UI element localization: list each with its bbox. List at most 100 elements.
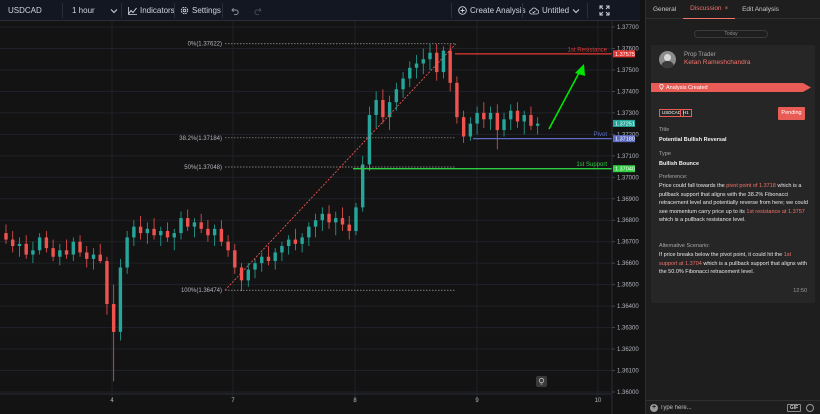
fullscreen-button[interactable] <box>599 0 610 21</box>
candle <box>340 207 345 231</box>
candle-body <box>31 250 35 255</box>
author-role: Prop Trader <box>684 52 716 58</box>
time-tick-label: 7 <box>231 398 235 404</box>
indicators-button[interactable]: Indicators <box>128 0 175 21</box>
message-time: 12:50 <box>793 288 807 294</box>
candle <box>320 207 325 231</box>
candle <box>145 222 150 244</box>
projection-arrow-line <box>548 70 581 130</box>
candle-body <box>64 250 69 255</box>
chevron-down-icon <box>572 7 580 15</box>
candle-body <box>206 228 210 236</box>
candle-body <box>105 261 109 304</box>
lightbulb-icon <box>536 376 547 387</box>
redo-button[interactable] <box>254 0 263 21</box>
candle-body <box>44 237 49 249</box>
price-chart[interactable]: 0%(1.37622) 38.2%(1.37184) 50%(1.37048) 100… <box>0 21 640 414</box>
price-tick-label: 1.37700 <box>617 25 639 31</box>
candle-body <box>495 112 499 131</box>
candle <box>414 54 419 79</box>
candle <box>199 213 203 234</box>
layout-selector[interactable]: Untitled <box>529 0 580 21</box>
candle <box>300 233 304 253</box>
candle-body <box>246 269 250 281</box>
candle-body <box>260 256 264 264</box>
chart-toolbar: USDCAD 1 hour Indicators Settings Create… <box>0 0 640 21</box>
interval-selector[interactable]: 1 hour <box>72 0 95 21</box>
candle-body <box>4 233 8 240</box>
candle <box>51 239 55 262</box>
level-label: Pivot <box>594 132 608 138</box>
candle-body <box>448 50 452 83</box>
candle <box>286 235 291 255</box>
timeframe-badge: H1 <box>680 109 692 117</box>
chart-grid <box>0 21 612 403</box>
price-tick-label: 1.36300 <box>617 326 639 332</box>
preference-text: Price could fall towards the pivot point… <box>659 183 808 224</box>
candle <box>98 243 102 264</box>
symbol-selector[interactable]: USDCAD <box>8 0 42 21</box>
pending-button[interactable]: Pending <box>778 107 805 120</box>
author-name[interactable]: Ketan Rameshchandra <box>684 59 751 66</box>
candle <box>179 211 183 240</box>
create-analysis-button[interactable]: Create Analysis <box>458 0 526 21</box>
candle-body <box>374 100 378 116</box>
candle-body <box>354 207 358 231</box>
chevron-down-icon <box>110 7 118 15</box>
candle-body <box>307 226 311 238</box>
time-axis: 4 7 8 9 10 <box>0 393 612 404</box>
toolbar-divider <box>522 3 523 18</box>
fib-level-label: 100%(1.36474) <box>181 288 222 294</box>
candle-body <box>468 123 473 137</box>
candle <box>468 117 473 141</box>
candle-body <box>394 89 399 103</box>
candle <box>58 243 62 266</box>
tab-edit-analysis[interactable]: Edit Analysis <box>735 0 786 19</box>
candle <box>367 106 372 171</box>
candle <box>172 228 176 251</box>
candle-body <box>300 237 304 244</box>
add-attachment-icon[interactable]: + <box>650 404 658 412</box>
candle <box>488 106 493 131</box>
type-label: Type <box>659 151 671 157</box>
candle-body <box>461 117 466 137</box>
candle <box>347 215 351 240</box>
candle <box>334 211 338 236</box>
candle <box>118 258 123 341</box>
candle-body <box>482 112 486 120</box>
tab-discussion-label: Discussion <box>690 5 722 12</box>
candle-body <box>179 218 183 234</box>
undo-button[interactable] <box>230 0 239 21</box>
indicators-icon <box>128 6 137 15</box>
settings-button[interactable]: Settings <box>180 0 221 21</box>
toolbar-divider <box>451 3 452 18</box>
price-tick-label: 1.37500 <box>617 68 639 74</box>
candle <box>313 213 318 238</box>
avatar[interactable] <box>659 51 676 68</box>
message-input[interactable] <box>660 403 780 413</box>
tab-discussion[interactable]: Discussion × <box>683 0 736 19</box>
toolbar-divider <box>587 3 588 18</box>
toolbar-divider <box>222 3 223 18</box>
tab-general[interactable]: General <box>646 0 683 19</box>
interval-dropdown-button[interactable] <box>110 0 118 21</box>
candle <box>125 230 129 274</box>
price-tick-label: 1.36700 <box>617 240 639 246</box>
price-tick-label: 1.36400 <box>617 304 639 310</box>
price-tick-label: 1.36800 <box>617 218 639 224</box>
candle <box>37 233 42 255</box>
candle-body <box>273 252 277 262</box>
analysis-panel: General Discussion × Edit Analysis Today… <box>645 0 820 414</box>
chart-area[interactable]: 0%(1.37622) 38.2%(1.37184) 50%(1.37048) 100… <box>0 21 640 414</box>
toolbar-divider <box>121 3 122 18</box>
date-separator: Today <box>694 30 768 38</box>
candle <box>159 226 163 246</box>
gif-button[interactable]: GIF <box>787 404 801 412</box>
candle <box>266 246 271 266</box>
close-icon[interactable]: × <box>725 6 729 12</box>
emoji-icon[interactable] <box>806 404 814 412</box>
candle-body <box>226 241 230 251</box>
candle-body <box>515 110 520 122</box>
price-tick-label: 1.37300 <box>617 111 639 117</box>
level-price-tag-label: 1.37575 <box>615 52 635 58</box>
